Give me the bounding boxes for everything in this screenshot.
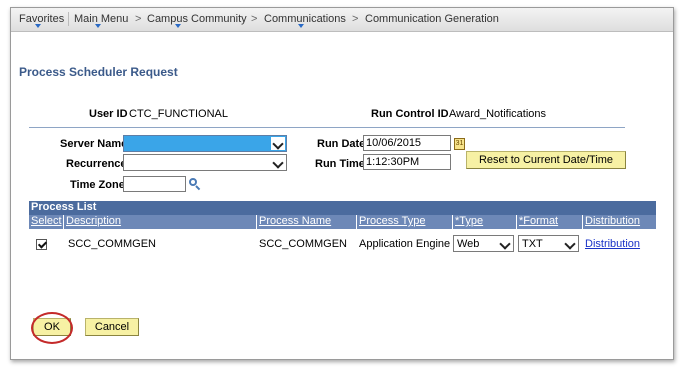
- process-list-title: Process List: [29, 201, 656, 215]
- column-process-type[interactable]: Process Type: [357, 215, 453, 229]
- process-list-columns: Select Description Process Name Process …: [29, 215, 656, 229]
- run-control-label: Run Control ID: [371, 108, 449, 120]
- nav-communication-generation[interactable]: Communication Generation: [365, 13, 499, 25]
- column-description[interactable]: Description: [64, 215, 257, 229]
- row-type-select[interactable]: Web: [453, 235, 514, 252]
- annotation-circle: [31, 312, 73, 344]
- chevron-down-icon[interactable]: [498, 237, 512, 250]
- section-divider: [29, 127, 625, 128]
- chevron-down-icon[interactable]: [563, 237, 577, 250]
- run-time-label: Run Time: [315, 158, 365, 170]
- row-format-value: TXT: [522, 238, 543, 250]
- run-time-input[interactable]: 1:12:30PM: [363, 154, 451, 170]
- run-date-input[interactable]: 10/06/2015: [363, 135, 451, 151]
- nav-communications[interactable]: Communications: [264, 13, 346, 25]
- nav-campus-community[interactable]: Campus Community: [147, 13, 247, 25]
- communications-caret-icon[interactable]: [298, 24, 304, 28]
- time-zone-input[interactable]: [123, 176, 186, 192]
- nav-bar: Favorites Main Menu > Campus Community >…: [11, 8, 673, 32]
- nav-main-menu[interactable]: Main Menu: [74, 13, 128, 25]
- breadcrumb-arrow-icon: >: [135, 13, 142, 25]
- page-title: Process Scheduler Request: [19, 65, 178, 79]
- row-distribution-link[interactable]: Distribution: [585, 238, 640, 250]
- time-zone-label: Time Zone: [70, 179, 125, 191]
- row-select-checkbox[interactable]: [36, 239, 47, 250]
- row-format-select[interactable]: TXT: [518, 235, 579, 252]
- nav-favorites[interactable]: Favorites: [19, 13, 64, 25]
- row-process-type: Application Engine: [359, 238, 451, 250]
- main-menu-caret-icon[interactable]: [95, 24, 101, 28]
- favorites-caret-icon[interactable]: [35, 24, 41, 28]
- run-date-label: Run Date: [317, 138, 366, 150]
- recurrence-select[interactable]: [123, 154, 287, 171]
- breadcrumb-arrow-icon: >: [251, 13, 258, 25]
- user-id-value: CTC_FUNCTIONAL: [129, 108, 229, 120]
- row-description: SCC_COMMGEN: [68, 238, 157, 250]
- calendar-icon[interactable]: 31: [454, 138, 465, 150]
- column-select[interactable]: Select: [29, 215, 64, 229]
- column-format[interactable]: *Format: [517, 215, 583, 229]
- column-process-name[interactable]: Process Name: [257, 215, 357, 229]
- server-name-select[interactable]: [123, 135, 287, 152]
- breadcrumb-arrow-icon: >: [352, 13, 359, 25]
- run-control-value: Award_Notifications: [449, 108, 547, 120]
- nav-separator: [68, 12, 69, 26]
- chevron-down-icon[interactable]: [271, 156, 285, 169]
- reset-date-time-button[interactable]: Reset to Current Date/Time: [466, 151, 626, 169]
- row-process-name: SCC_COMMGEN: [259, 238, 348, 250]
- row-type-value: Web: [457, 238, 480, 250]
- column-type[interactable]: *Type: [453, 215, 517, 229]
- chevron-down-icon[interactable]: [271, 137, 285, 150]
- user-id-label: User ID: [89, 108, 128, 120]
- cancel-button[interactable]: Cancel: [85, 318, 139, 336]
- campus-community-caret-icon[interactable]: [175, 24, 181, 28]
- app-window: Favorites Main Menu > Campus Community >…: [10, 7, 674, 360]
- search-icon[interactable]: [189, 178, 201, 191]
- server-name-label: Server Name: [60, 138, 128, 150]
- recurrence-label: Recurrence: [66, 158, 127, 170]
- column-distribution[interactable]: Distribution: [583, 215, 656, 229]
